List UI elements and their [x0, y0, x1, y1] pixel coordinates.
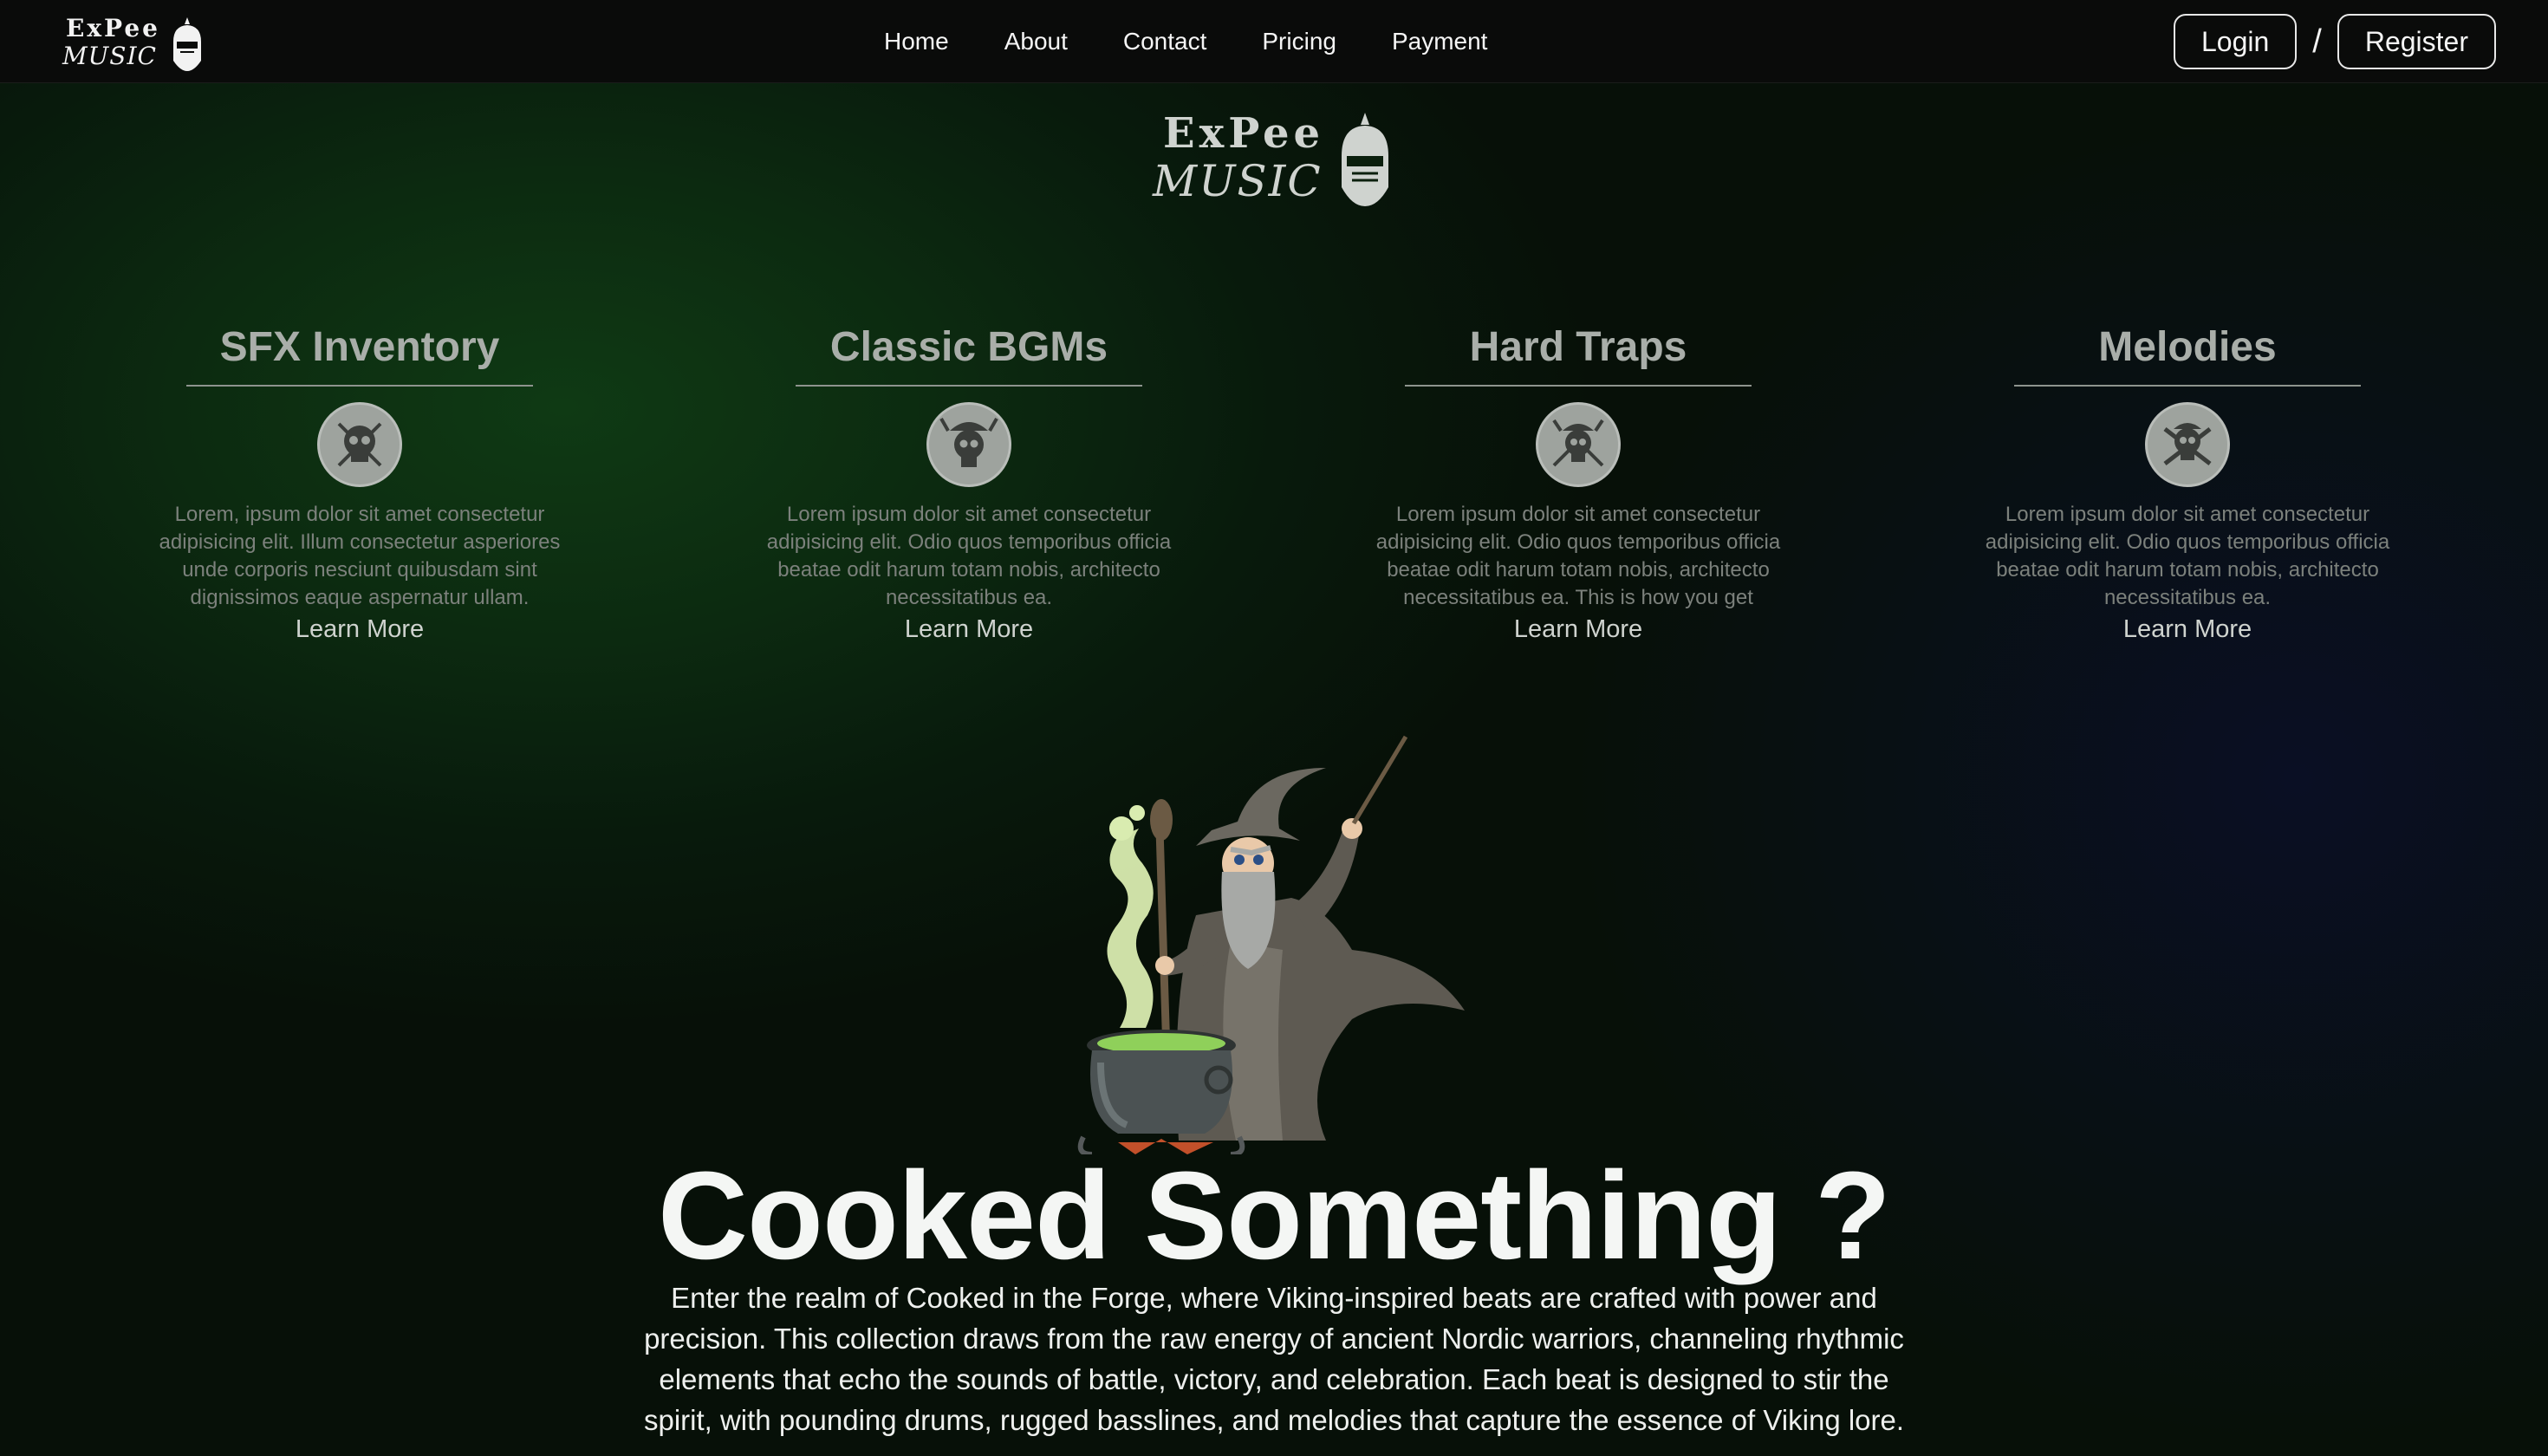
- nav-logo[interactable]: ExPee MUSIC: [62, 12, 210, 75]
- wizard-cauldron-illustration: [1077, 735, 1465, 1154]
- cooked-description: Enter the realm of Cooked in the Forge, …: [643, 1282, 1905, 1436]
- hero-logo-music: MUSIC: [1153, 156, 1323, 206]
- viking-skull-icon: [926, 402, 1011, 487]
- category-card-sfx: SFX Inventory Lorem, ipsum dolor sit ame…: [126, 319, 594, 644]
- card-title: Melodies: [2098, 324, 2277, 370]
- card-title: SFX Inventory: [219, 324, 500, 370]
- login-button[interactable]: Login: [2173, 14, 2298, 69]
- card-description: Lorem, ipsum dolor sit amet consectetur …: [159, 503, 561, 609]
- card-divider: [2014, 385, 2361, 387]
- hero-logo-expee: ExPee: [1163, 109, 1325, 158]
- navbar: ExPee MUSIC Home About Contact Pricing P…: [0, 0, 2548, 83]
- card-description: Lorem ipsum dolor sit amet consectetur a…: [1375, 503, 1781, 609]
- card-title: Classic BGMs: [829, 324, 1108, 370]
- logo-text-music: MUSIC: [62, 42, 157, 70]
- learn-more-link[interactable]: Learn More: [1514, 615, 1642, 644]
- cooked-heading: Cooked Something ?: [658, 1146, 1891, 1285]
- card-description: Lorem ipsum dolor sit amet consectetur a…: [766, 503, 1172, 609]
- nav-link-home[interactable]: Home: [884, 28, 949, 55]
- auth-controls: Login / Register: [2173, 14, 2496, 69]
- nav-links: Home About Contact Pricing Payment: [884, 24, 1487, 59]
- category-card-melodies: Melodies Lorem ipsum dolor sit amet cons…: [1953, 319, 2421, 644]
- learn-more-link[interactable]: Learn More: [296, 615, 424, 644]
- card-title: Hard Traps: [1469, 324, 1687, 370]
- auth-separator: /: [2312, 23, 2322, 60]
- knight-helmet-icon: [173, 17, 201, 71]
- nav-link-pricing[interactable]: Pricing: [1262, 28, 1336, 55]
- skull-crossed-axes-icon: [317, 402, 402, 487]
- nav-link-about[interactable]: About: [1004, 28, 1068, 55]
- logo-text-expee: ExPee: [66, 14, 160, 42]
- card-description: Lorem ipsum dolor sit amet consectetur a…: [1985, 503, 2390, 609]
- card-divider: [796, 385, 1142, 387]
- category-card-traps: Hard Traps Lorem ipsum dolor sit amet co…: [1344, 319, 1812, 644]
- nav-link-payment[interactable]: Payment: [1392, 28, 1488, 55]
- skull-crossbones-icon: [2145, 402, 2230, 487]
- category-card-bgm: Classic BGMs Lorem ipsum dolor sit amet …: [735, 319, 1203, 644]
- learn-more-link[interactable]: Learn More: [2123, 615, 2252, 644]
- viking-skull-axes-icon: [1536, 402, 1621, 487]
- learn-more-link[interactable]: Learn More: [905, 615, 1033, 644]
- register-button[interactable]: Register: [2337, 14, 2496, 69]
- card-divider: [1405, 385, 1752, 387]
- knight-helmet-icon: [1342, 113, 1388, 206]
- hero-logo: ExPee MUSIC: [1153, 107, 1399, 211]
- card-divider: [186, 385, 533, 387]
- nav-link-contact[interactable]: Contact: [1123, 28, 1207, 55]
